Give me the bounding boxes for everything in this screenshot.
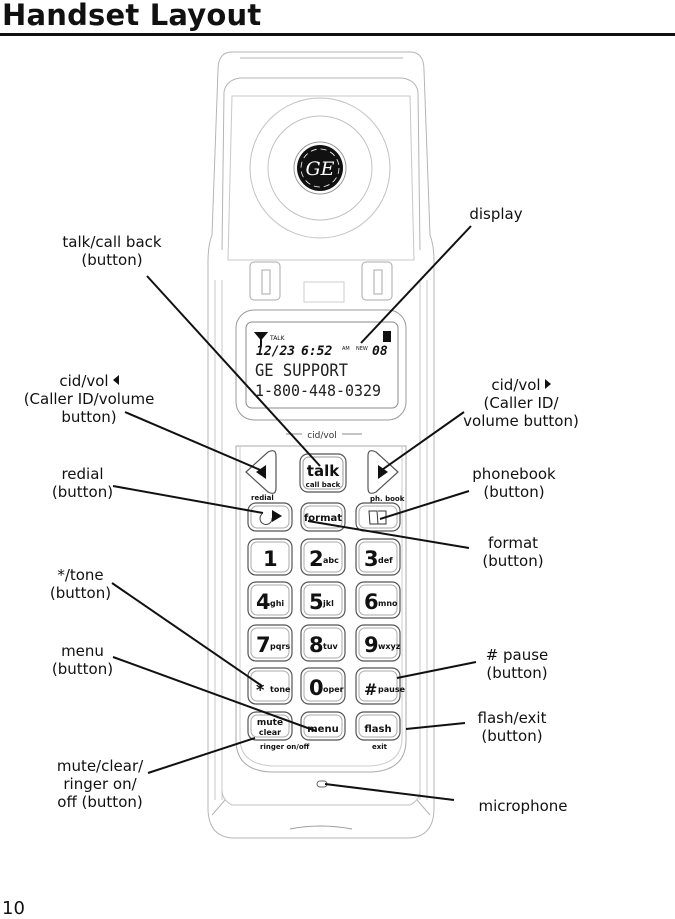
key-digit: 9	[364, 633, 379, 657]
battery-icon	[383, 331, 391, 342]
ge-logo-text: GE	[305, 158, 334, 180]
callout-tone: */tone (button)	[49, 566, 112, 602]
callout-cid-vol-right: cid/vol (Caller ID/ volume button)	[463, 376, 579, 430]
flash-button[interactable]: flash	[355, 711, 401, 741]
ge-logo-icon: GE	[297, 145, 343, 191]
key-letters: abc	[323, 556, 339, 565]
key-letters: jkl	[322, 599, 334, 608]
key-letters: ghi	[270, 599, 284, 608]
lcd-time: 6:52	[301, 344, 332, 359]
lcd-line1: GE SUPPORT	[255, 361, 348, 381]
mute-clear-button[interactable]: mute clear	[247, 711, 293, 741]
lcd-line2: 1-800-448-0329	[255, 381, 381, 400]
bottom-slot	[289, 825, 353, 830]
key-hash[interactable]: # pause	[355, 667, 406, 705]
key-letters: pqrs	[270, 642, 290, 651]
exit-label: exit	[372, 743, 388, 751]
call-back-label: call back	[306, 481, 341, 489]
key-letters: mno	[378, 599, 398, 608]
ph-book-label: ph. book	[370, 495, 405, 503]
key-letters: pause	[378, 685, 406, 694]
callout-menu: menu (button)	[51, 642, 114, 678]
key-3[interactable]: 3 def	[355, 538, 401, 576]
callout-phonebook: phonebook (button)	[472, 465, 556, 501]
ringer-label: ringer on/off	[260, 743, 310, 751]
lcd-count: 08	[372, 344, 388, 359]
callout-flash: flash/exit (button)	[477, 709, 547, 745]
cid-vol-left-button[interactable]	[245, 450, 277, 494]
key-digit: 1	[263, 547, 278, 571]
key-letters: tuv	[323, 642, 339, 651]
key-4[interactable]: 4 ghi	[247, 581, 293, 619]
redial-button[interactable]	[247, 502, 293, 532]
key-9[interactable]: 9 wxyz	[355, 624, 401, 662]
callout-display: display	[469, 205, 523, 223]
phonebook-button[interactable]	[355, 502, 401, 532]
hinge-clips	[249, 261, 393, 303]
key-letters: def	[378, 556, 393, 565]
lcd-new-badge: NEW	[356, 346, 368, 352]
clear-label: clear	[259, 728, 281, 737]
key-8[interactable]: 8 tuv	[300, 624, 346, 662]
key-digit: 8	[309, 633, 324, 657]
key-digit: 2	[309, 547, 324, 571]
key-letters: oper	[323, 685, 344, 694]
left-triangle-icon	[112, 375, 119, 385]
callout-microphone: microphone	[478, 797, 568, 815]
lcd-ampm: AM	[342, 346, 350, 352]
key-digit: 7	[256, 633, 271, 657]
callout-mute: mute/clear/ ringer on/ off (button)	[56, 757, 144, 811]
lcd-status: TALK	[269, 335, 286, 342]
format-label: format	[304, 513, 342, 524]
menu-button[interactable]: menu	[300, 711, 346, 741]
key-digit: 5	[309, 590, 324, 614]
leader-lines	[111, 225, 477, 801]
flash-label: flash	[364, 724, 391, 735]
callout-cid-vol-left: cid/vol (Caller ID/volume button)	[23, 372, 155, 426]
key-letters: tone	[270, 685, 291, 694]
lcd-date: 12/23	[256, 344, 295, 359]
key-digit: 3	[364, 547, 379, 571]
callout-redial: redial (button)	[51, 465, 114, 501]
key-5[interactable]: 5 jkl	[300, 581, 346, 619]
key-7[interactable]: 7 pqrs	[247, 624, 293, 662]
mute-label: mute	[257, 718, 283, 728]
redial-label: redial	[251, 494, 274, 502]
key-1[interactable]: 1	[247, 538, 293, 576]
key-letters: wxyz	[378, 642, 401, 651]
right-triangle-icon	[544, 379, 551, 389]
lcd-screen: TALK 12/23 6:52 AM NEW 08 GE SUPPORT 1-8…	[253, 331, 391, 400]
talk-button[interactable]: talk call back	[299, 453, 347, 493]
callout-format: format (button)	[482, 534, 544, 570]
cid-vol-label-group: cid/vol	[286, 431, 362, 441]
keypad-grid: 1 2 abc 3 def4 ghi 5 jkl 6 mno7 pqrs 8 tuv 9 wxyz* tone…	[247, 538, 406, 705]
key-digit: 6	[364, 590, 379, 614]
key-6[interactable]: 6 mno	[355, 581, 401, 619]
page-number: 10	[2, 898, 25, 919]
key-digit: #	[364, 680, 377, 699]
cid-vol-label: cid/vol	[307, 431, 337, 441]
key-digit: 4	[256, 590, 271, 614]
cid-vol-right-button[interactable]	[367, 450, 399, 494]
key-0[interactable]: 0 oper	[300, 667, 346, 705]
callout-talk: talk/call back (button)	[62, 233, 162, 269]
key-star[interactable]: * tone	[247, 667, 293, 705]
talk-label: talk	[307, 462, 340, 480]
callout-pause: # pause (button)	[485, 646, 549, 682]
key-2[interactable]: 2 abc	[300, 538, 346, 576]
key-digit: 0	[309, 676, 324, 700]
